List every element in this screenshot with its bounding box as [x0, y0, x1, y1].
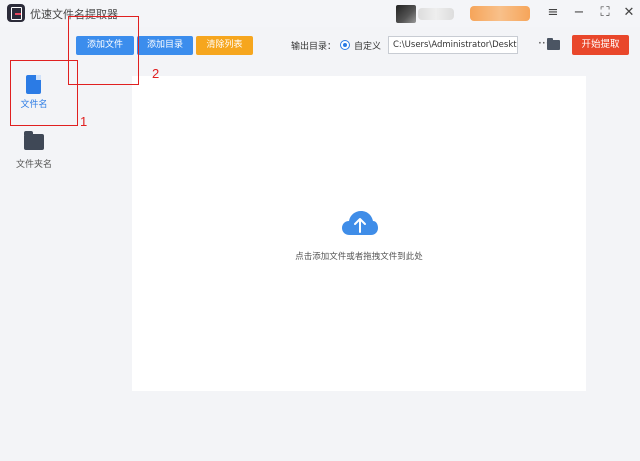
toolbar: 添加文件 添加目录 清除列表 输出目录： 自定义 C:\Users\Admini…: [68, 27, 640, 65]
custom-radio[interactable]: [340, 40, 350, 50]
add-directory-button[interactable]: 添加目录: [137, 36, 193, 55]
folder-icon: [24, 131, 44, 150]
start-extract-button[interactable]: 开始提取: [572, 35, 629, 55]
vip-badge-blurred[interactable]: [470, 6, 530, 21]
clear-list-button[interactable]: 清除列表: [196, 36, 253, 55]
annotation-number-1: 1: [80, 114, 88, 129]
annotation-box-2: [68, 16, 139, 85]
sidebar-item-foldername[interactable]: 文件夹名: [6, 131, 62, 187]
output-path-input[interactable]: C:\Users\Administrator\Deskto: [388, 36, 518, 54]
menu-icon[interactable]: ≡: [544, 4, 562, 22]
sidebar-item-label: 文件夹名: [15, 160, 52, 170]
drop-hint-text: 点击添加文件或者拖拽文件到此处: [295, 252, 423, 262]
minimize-icon[interactable]: −: [570, 4, 588, 22]
browse-folder-icon[interactable]: [547, 38, 560, 50]
close-icon[interactable]: ✕: [620, 4, 638, 22]
annotation-number-2: 2: [152, 66, 160, 81]
file-drop-area[interactable]: 点击添加文件或者拖拽文件到此处: [132, 76, 586, 391]
user-avatar[interactable]: [396, 5, 416, 23]
cloud-upload-icon: [342, 211, 378, 235]
app-logo-icon: [7, 4, 25, 22]
custom-radio-label[interactable]: 自定义: [354, 39, 381, 52]
output-directory-label: 输出目录：: [291, 42, 337, 52]
user-name-blurred: [418, 8, 454, 20]
maximize-icon[interactable]: ⛶: [596, 4, 614, 22]
